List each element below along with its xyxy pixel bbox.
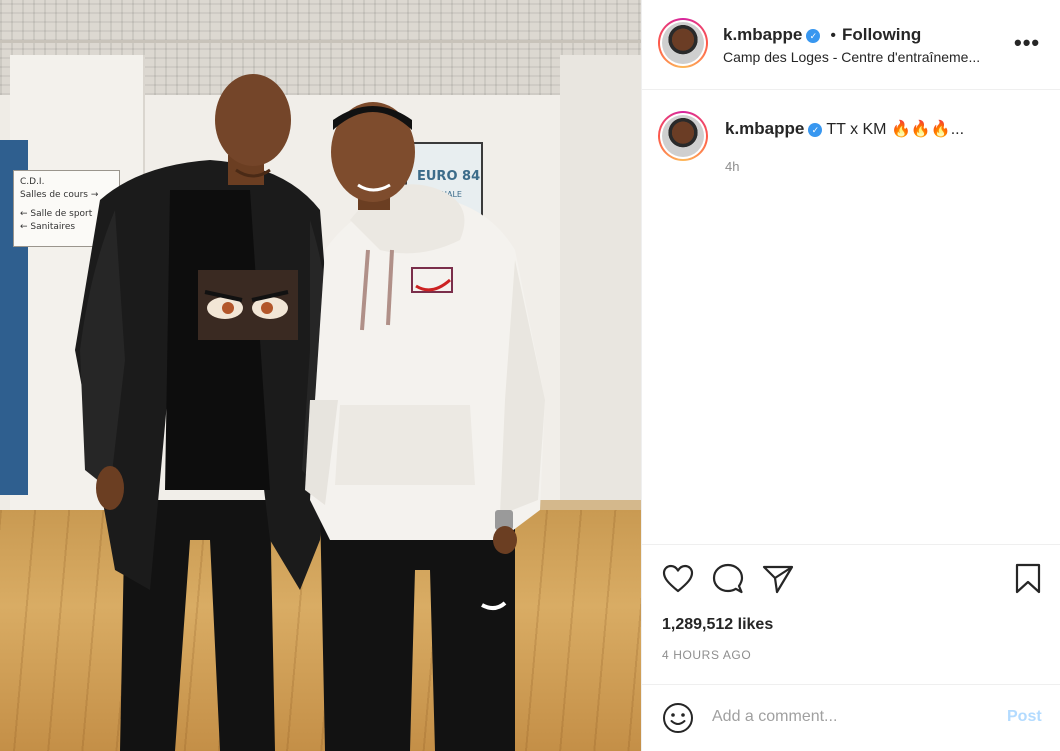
post-timestamp[interactable]: 4 HOURS AGO xyxy=(662,648,751,662)
caption-time[interactable]: 4h xyxy=(725,159,739,174)
emoji-icon[interactable] xyxy=(662,702,694,734)
more-options-icon[interactable]: ••• xyxy=(1014,30,1040,56)
caption-text: TT x KM 🔥🔥🔥... xyxy=(826,121,965,138)
following-button[interactable]: Following xyxy=(842,25,921,44)
post-photo[interactable]: C.D.I. Salles de cours → ← Salle de spor… xyxy=(0,0,641,751)
username-link[interactable]: k.mbappe xyxy=(723,25,802,44)
caption-avatar[interactable] xyxy=(658,111,708,161)
likes-count[interactable]: 1,289,512 likes xyxy=(662,616,773,634)
verified-badge-icon: ✓ xyxy=(806,29,821,43)
comment-icon[interactable] xyxy=(712,563,744,595)
bookmark-icon[interactable] xyxy=(1014,563,1042,595)
avatar[interactable] xyxy=(658,18,708,68)
post-header: k.mbappe ✓ • Following Camp des Loges - Cen… xyxy=(642,0,1060,90)
caption: k.mbappe ✓ TT x KM 🔥🔥🔥... xyxy=(725,119,964,139)
verified-badge-icon: ✓ xyxy=(808,123,823,137)
separator-dot: • xyxy=(830,27,836,44)
share-icon[interactable] xyxy=(762,564,794,594)
caption-username[interactable]: k.mbappe xyxy=(725,119,804,138)
comment-bar: Post xyxy=(642,684,1060,751)
location-link[interactable]: Camp des Loges - Centre d'entraîneme... xyxy=(723,49,980,65)
header-title-row: k.mbappe ✓ • Following xyxy=(723,25,921,45)
heart-icon[interactable] xyxy=(662,564,694,594)
person-right xyxy=(305,102,545,751)
action-bar xyxy=(642,544,1060,609)
comment-input[interactable] xyxy=(712,705,992,729)
post-side-panel: k.mbappe ✓ • Following Camp des Loges - Cen… xyxy=(641,0,1060,751)
photo-right-wall xyxy=(560,55,641,515)
post-comment-button[interactable]: Post xyxy=(1007,708,1042,726)
